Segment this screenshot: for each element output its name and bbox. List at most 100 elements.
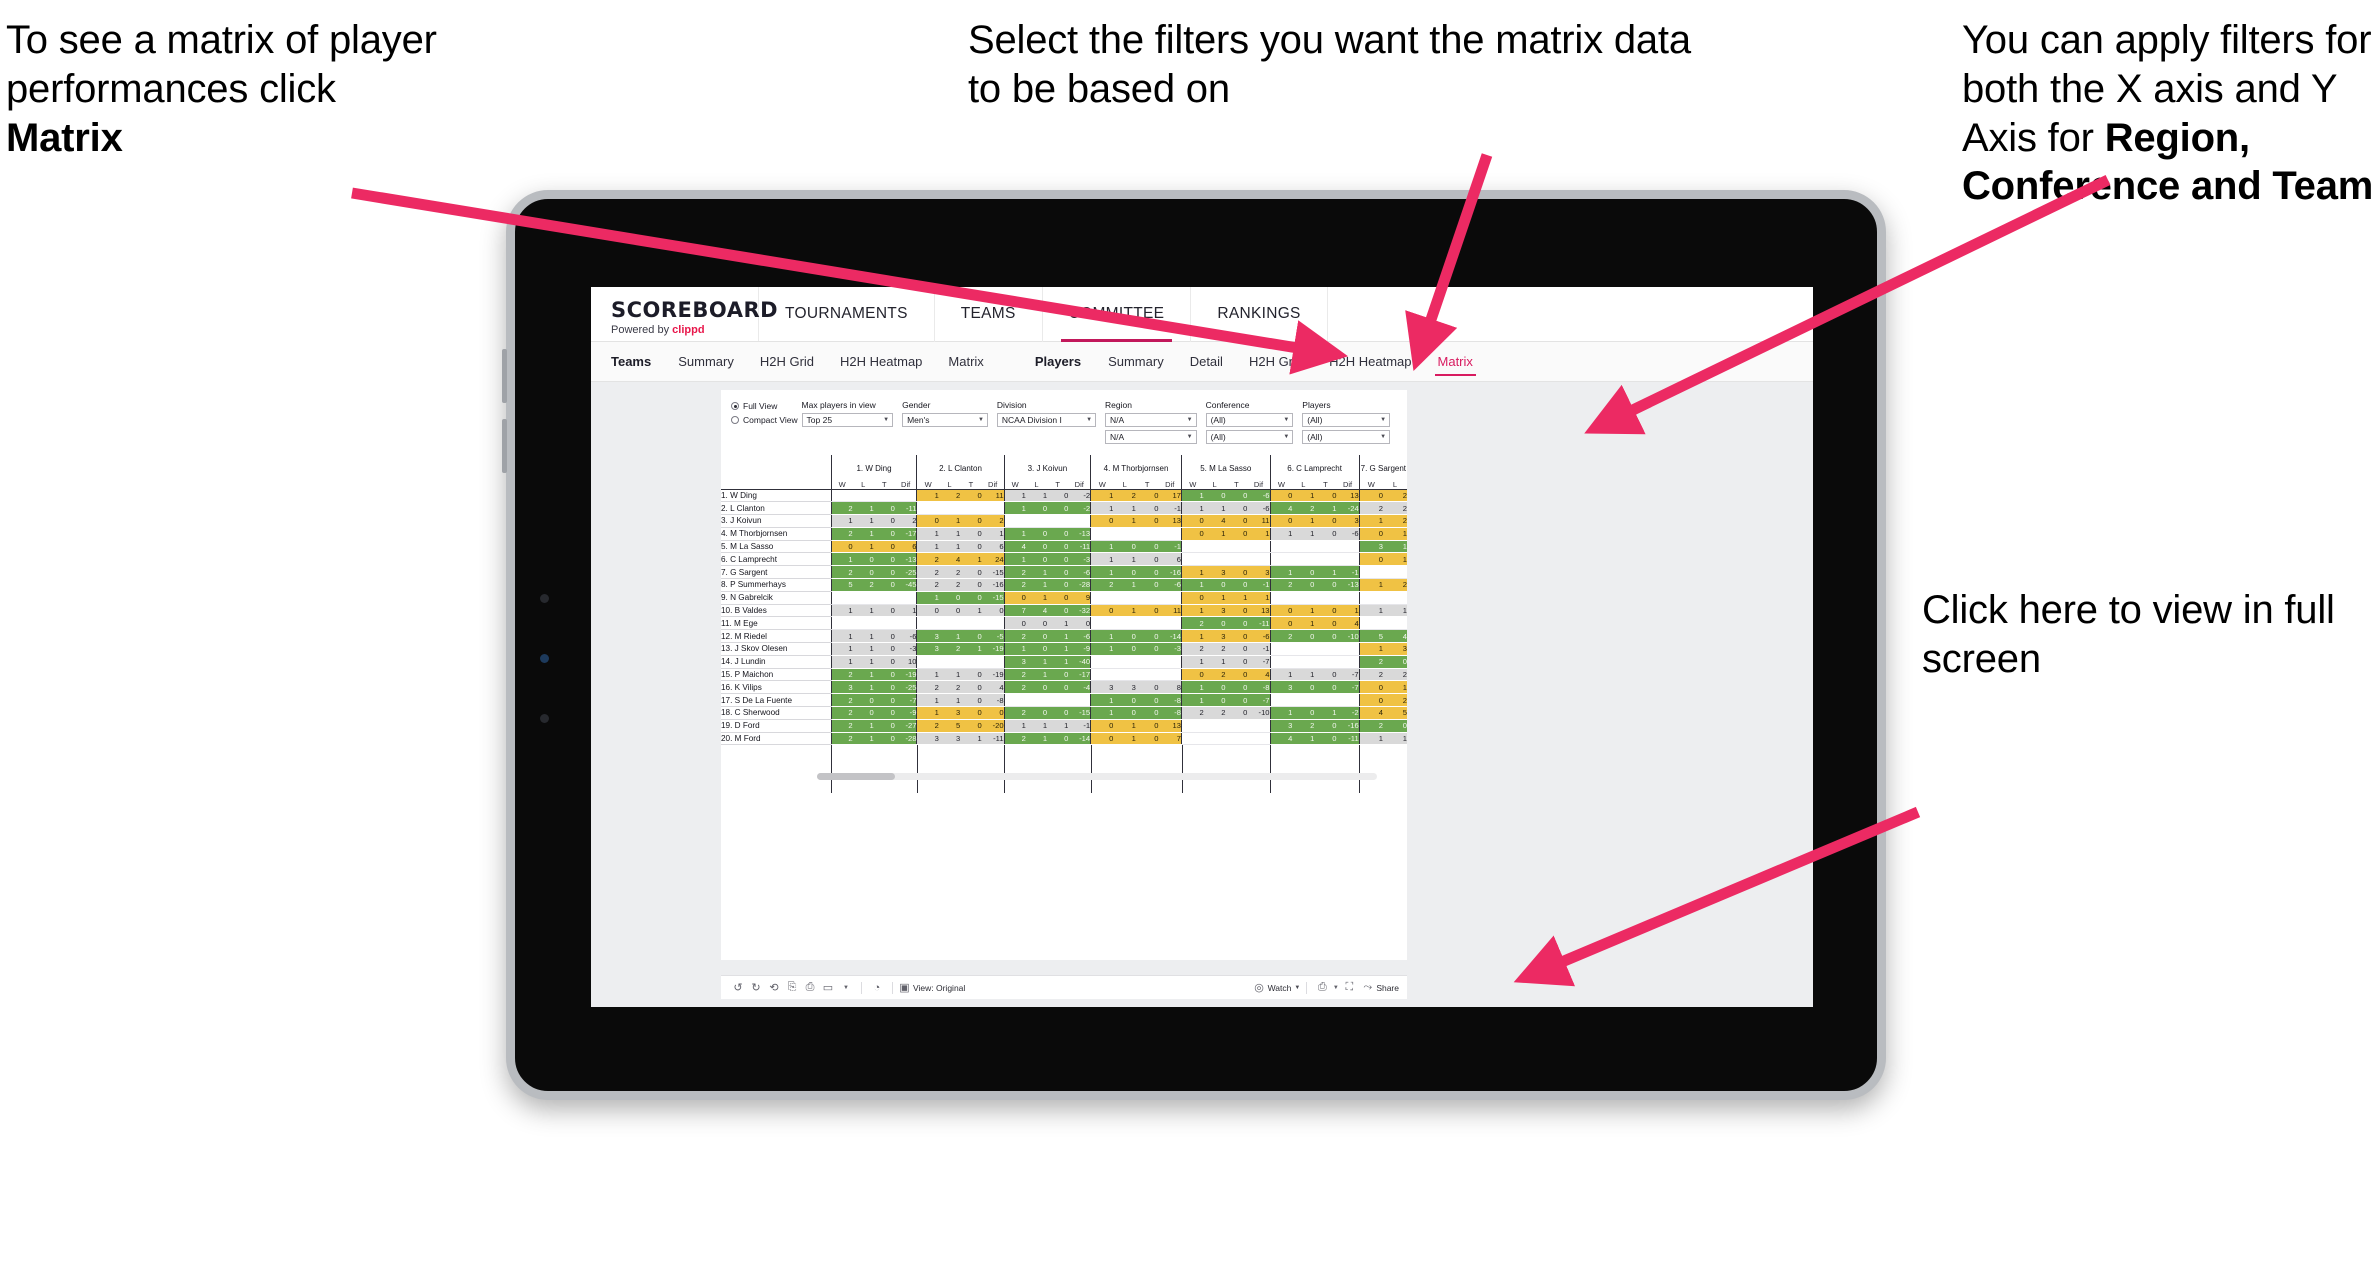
matrix-cell[interactable]: 2 (830, 732, 853, 746)
matrix-cell[interactable]: 1 (852, 668, 874, 682)
matrix-column-header[interactable]: 7. G Sargent (1358, 455, 1407, 473)
matrix-cell[interactable] (894, 616, 917, 631)
matrix-cell[interactable]: 1 (1047, 655, 1069, 669)
matrix-cell[interactable]: -1 (1247, 578, 1271, 592)
matrix-cell[interactable]: -3 (1158, 642, 1182, 656)
matrix-cell[interactable] (1247, 552, 1271, 567)
matrix-cell[interactable]: 4 (1025, 604, 1048, 618)
matrix-cell[interactable]: 13 (1158, 514, 1182, 528)
matrix-cell[interactable]: 0 (1225, 514, 1248, 528)
matrix-cell[interactable]: 0 (1314, 680, 1337, 695)
matrix-cell[interactable]: 0 (873, 680, 895, 695)
matrix-cell[interactable] (1314, 591, 1337, 605)
matrix-cell[interactable]: 1 (1269, 527, 1293, 541)
matrix-cell[interactable]: 2 (1203, 706, 1226, 720)
matrix-cell[interactable]: -6 (1247, 629, 1271, 644)
matrix-cell[interactable]: 1 (1203, 591, 1226, 605)
horizontal-scrollbar[interactable] (817, 773, 1377, 781)
matrix-cell[interactable]: 0 (1113, 629, 1136, 644)
matrix-cell[interactable]: -15 (981, 565, 1005, 580)
matrix-cell[interactable]: 0 (1314, 489, 1337, 503)
matrix-cell[interactable]: 0 (1358, 552, 1383, 567)
watch-button[interactable]: ◎ Watch ▼ (1254, 979, 1300, 997)
matrix-cell[interactable]: 0 (1025, 616, 1048, 631)
subnav-players-h2h-grid[interactable]: H2H Grid (1236, 342, 1316, 382)
matrix-cell[interactable] (1358, 591, 1383, 605)
subnav-players-detail[interactable]: Detail (1177, 342, 1236, 382)
matrix-cell[interactable]: 0 (1025, 706, 1048, 720)
matrix-cell[interactable]: -24 (1336, 501, 1360, 516)
matrix-cell[interactable]: 0 (873, 578, 895, 592)
matrix-cell[interactable]: 0 (960, 527, 982, 541)
matrix-cell[interactable]: 0 (873, 552, 895, 567)
matrix-cell[interactable]: 0 (1314, 514, 1337, 528)
matrix-row-label[interactable]: 20. M Ford (721, 732, 832, 746)
matrix-cell[interactable]: -6 (894, 629, 917, 644)
matrix-cell[interactable]: 0 (1225, 642, 1248, 656)
matrix-cell[interactable]: -7 (1247, 693, 1271, 708)
matrix-cell[interactable]: 1 (852, 501, 874, 516)
matrix-cell[interactable]: 1 (1225, 591, 1248, 605)
matrix-cell[interactable]: -1 (1068, 719, 1091, 733)
matrix-cell[interactable]: -10 (1247, 706, 1271, 720)
matrix-cell[interactable]: 0 (1047, 527, 1069, 541)
matrix-cell[interactable]: -7 (1247, 655, 1271, 669)
matrix-cell[interactable]: 0 (1047, 578, 1069, 592)
matrix-cell[interactable]: 1 (938, 693, 961, 708)
matrix-cell[interactable]: 0 (1025, 680, 1048, 695)
matrix-cell[interactable]: 0 (1113, 706, 1136, 720)
matrix-cell[interactable]: 1 (1383, 552, 1407, 567)
matrix-cell[interactable]: 2 (1358, 501, 1383, 516)
matrix-cell[interactable]: 0 (1047, 501, 1069, 516)
matrix-cell[interactable]: -6 (1158, 578, 1182, 592)
matrix-cell[interactable]: 1 (1314, 565, 1337, 580)
matrix-cell[interactable]: 1 (830, 604, 853, 618)
matrix-cell[interactable]: 2 (1203, 668, 1226, 682)
matrix-cell[interactable]: 1 (1113, 578, 1136, 592)
matrix-cell[interactable]: 2 (1383, 578, 1407, 592)
matrix-cell[interactable]: 1 (1292, 514, 1315, 528)
matrix-cell[interactable]: -7 (1336, 680, 1360, 695)
matrix-cell[interactable]: -6 (1247, 501, 1271, 516)
matrix-cell[interactable]: 0 (960, 514, 982, 528)
matrix-cell[interactable]: 1 (1090, 706, 1114, 720)
matrix-cell[interactable] (1113, 591, 1136, 605)
matrix-cell[interactable]: 1 (960, 642, 982, 656)
matrix-cell[interactable]: 1 (1025, 565, 1048, 580)
undo-icon[interactable]: ↺ (729, 979, 747, 997)
matrix-cell[interactable]: 2 (830, 706, 853, 720)
matrix-cell[interactable]: 0 (1047, 552, 1069, 567)
matrix-cell[interactable]: -8 (1247, 680, 1271, 695)
matrix-cell[interactable]: 0 (960, 706, 982, 720)
matrix-cell[interactable] (1269, 655, 1293, 669)
matrix-cell[interactable]: 2 (1292, 719, 1315, 733)
highlight-icon[interactable]: ▭ (819, 979, 837, 997)
matrix-cell[interactable]: 0 (1225, 693, 1248, 708)
matrix-cell[interactable] (981, 655, 1005, 669)
matrix-cell[interactable]: 1 (1358, 642, 1383, 656)
matrix-cell[interactable]: 0 (1292, 565, 1315, 580)
matrix-cell[interactable]: 0 (1025, 629, 1048, 644)
matrix-cell[interactable] (1158, 527, 1182, 541)
matrix-cell[interactable]: 1 (1314, 706, 1337, 720)
matrix-cell[interactable]: 1 (852, 642, 874, 656)
matrix-cell[interactable]: 5 (830, 578, 853, 592)
matrix-cell[interactable]: 17 (1158, 489, 1182, 503)
matrix-cell[interactable] (873, 616, 895, 631)
matrix-cell[interactable]: 0 (1225, 616, 1248, 631)
matrix-row-label[interactable]: 19. D Ford (721, 719, 832, 733)
matrix-cell[interactable]: 2 (1180, 642, 1204, 656)
matrix-cell[interactable]: -2 (1336, 706, 1360, 720)
matrix-cell[interactable]: 1 (1180, 693, 1204, 708)
matrix-cell[interactable]: 1 (852, 540, 874, 554)
matrix-cell[interactable]: 3 (1269, 719, 1293, 733)
matrix-cell[interactable]: 0 (1047, 591, 1069, 605)
matrix-cell[interactable]: 0 (873, 693, 895, 708)
matrix-cell[interactable] (1292, 642, 1315, 656)
matrix-cell[interactable]: 0 (1225, 489, 1248, 503)
matrix-cell[interactable]: 1 (1292, 732, 1315, 746)
matrix-cell[interactable]: 1 (830, 655, 853, 669)
subnav-teams-summary[interactable]: Summary (665, 342, 747, 382)
scrollbar-thumb[interactable] (817, 773, 895, 781)
matrix-cell[interactable]: 1 (1025, 489, 1048, 503)
